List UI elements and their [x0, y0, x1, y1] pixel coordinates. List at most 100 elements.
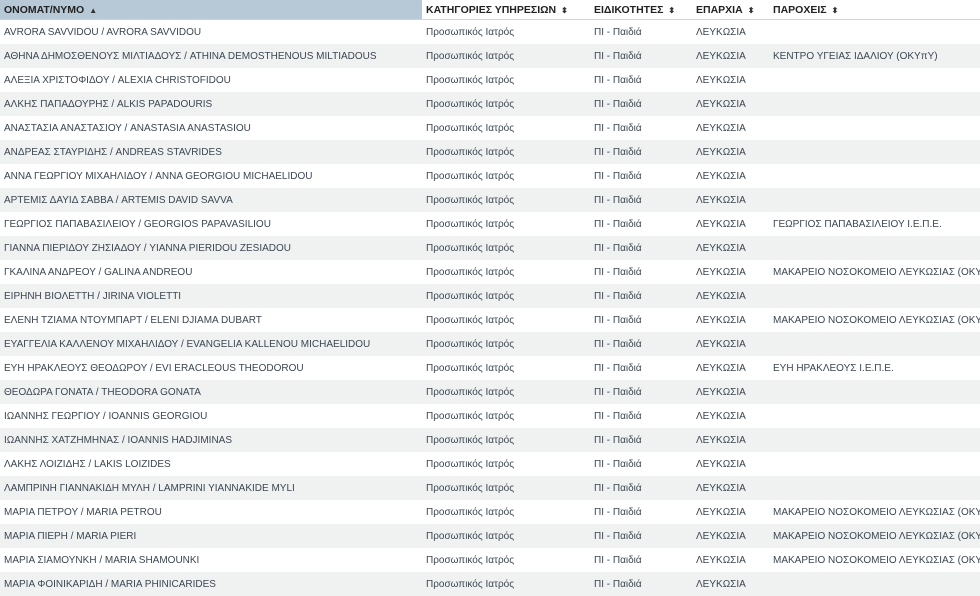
- cell-district: ΛΕΥΚΩΣΙΑ: [692, 260, 769, 284]
- sort-icon[interactable]: ⬍: [748, 6, 755, 15]
- cell-service-category: Προσωπικός Ιατρός: [422, 92, 590, 116]
- sort-icon[interactable]: ⬍: [561, 6, 568, 15]
- table-row[interactable]: AVRORA SAVVIDOU / AVRORA SAVVIDOUΠροσωπι…: [0, 20, 980, 45]
- table-row[interactable]: ΑΝΔΡΕΑΣ ΣΤΑΥΡΙΔΗΣ / ANDREAS STAVRIDESΠρο…: [0, 140, 980, 164]
- cell-name: ΙΩΑΝΝΗΣ ΓΕΩΡΓΙΟΥ / IOANNIS GEORGIOU: [0, 404, 422, 428]
- cell-specialty: ΠΙ - Παιδιά: [590, 572, 692, 596]
- table-row[interactable]: ΜΑΡΙΑ ΣΙΑΜΟΥΝΚΗ / MARIA SHAMOUNKIΠροσωπι…: [0, 548, 980, 572]
- cell-service-category: Προσωπικός Ιατρός: [422, 260, 590, 284]
- table-row[interactable]: ΑΝΑΣΤΑΣΙΑ ΑΝΑΣΤΑΣΙΟΥ / ANASTASIA ANASTAS…: [0, 116, 980, 140]
- column-header-specialty[interactable]: ΕΙΔΙΚΟΤΗΤΕΣ⬍: [590, 0, 692, 20]
- cell-name: ΕΥΑΓΓΕΛΙΑ ΚΑΛΛΕΝΟΥ ΜΙΧΑΗΛΙΔΟΥ / EVANGELI…: [0, 332, 422, 356]
- table-row[interactable]: ΓΚΑΛΙΝΑ ΑΝΔΡΕΟΥ / GALINA ANDREOUΠροσωπικ…: [0, 260, 980, 284]
- cell-name: ΜΑΡΙΑ ΣΙΑΜΟΥΝΚΗ / MARIA SHAMOUNKI: [0, 548, 422, 572]
- column-header-service-category[interactable]: ΚΑΤΗΓΟΡΙΕΣ ΥΠΗΡΕΣΙΩΝ⬍: [422, 0, 590, 20]
- cell-specialty: ΠΙ - Παιδιά: [590, 44, 692, 68]
- cell-provider: ΚΕΝΤΡΟ ΥΓΕΙΑΣ ΙΔΑΛΙΟΥ (ΟΚΥπΥ): [769, 44, 980, 68]
- cell-specialty: ΠΙ - Παιδιά: [590, 524, 692, 548]
- table-row[interactable]: ΙΩΑΝΝΗΣ ΓΕΩΡΓΙΟΥ / IOANNIS GEORGIOUΠροσω…: [0, 404, 980, 428]
- table-row[interactable]: ΙΩΑΝΝΗΣ ΧΑΤΖΗΜΗΝΑΣ / IOANNIS HADJIMINASΠ…: [0, 428, 980, 452]
- cell-name: ΜΑΡΙΑ ΠΙΕΡΗ / MARIA PIERI: [0, 524, 422, 548]
- cell-name: ΓΙΑΝΝΑ ΠΙΕΡΙΔΟΥ ΖΗΣΙΑΔΟΥ / YIANNA PIERID…: [0, 236, 422, 260]
- cell-provider: [769, 236, 980, 260]
- cell-provider: [769, 428, 980, 452]
- cell-specialty: ΠΙ - Παιδιά: [590, 164, 692, 188]
- table-row[interactable]: ΑΡΤΕΜΙΣ ΔΑΥΙΔ ΣΑΒΒΑ / ARTEMIS DAVID SAVV…: [0, 188, 980, 212]
- table-row[interactable]: ΑΘΗΝΑ ΔΗΜΟΣΘΕΝΟΥΣ ΜΙΛΤΙΑΔΟΥΣ / ATHINA DE…: [0, 44, 980, 68]
- cell-district: ΛΕΥΚΩΣΙΑ: [692, 548, 769, 572]
- cell-district: ΛΕΥΚΩΣΙΑ: [692, 356, 769, 380]
- table-row[interactable]: ΜΑΡΙΑ ΠΙΕΡΗ / MARIA PIERIΠροσωπικός Ιατρ…: [0, 524, 980, 548]
- cell-name: ΛΑΜΠΡΙΝΗ ΓΙΑΝΝΑΚΙΔΗ ΜΥΛΗ / LAMPRINI YIAN…: [0, 476, 422, 500]
- cell-district: ΛΕΥΚΩΣΙΑ: [692, 332, 769, 356]
- cell-service-category: Προσωπικός Ιατρός: [422, 116, 590, 140]
- cell-name: ΑΘΗΝΑ ΔΗΜΟΣΘΕΝΟΥΣ ΜΙΛΤΙΑΔΟΥΣ / ATHINA DE…: [0, 44, 422, 68]
- cell-specialty: ΠΙ - Παιδιά: [590, 140, 692, 164]
- table-row[interactable]: ΜΑΡΙΑ ΠΕΤΡΟΥ / MARIA PETROUΠροσωπικός Ια…: [0, 500, 980, 524]
- cell-name: ΙΩΑΝΝΗΣ ΧΑΤΖΗΜΗΝΑΣ / IOANNIS HADJIMINAS: [0, 428, 422, 452]
- cell-name: ΑΝΑΣΤΑΣΙΑ ΑΝΑΣΤΑΣΙΟΥ / ANASTASIA ANASTAS…: [0, 116, 422, 140]
- cell-name: ΜΑΡΙΑ ΦΟΙΝΙΚΑΡΙΔΗ / MARIA PHINICARIDES: [0, 572, 422, 596]
- cell-specialty: ΠΙ - Παιδιά: [590, 548, 692, 572]
- table-row[interactable]: ΕΛΕΝΗ ΤΖΙΑΜΑ ΝΤΟΥΜΠΑΡΤ / ELENI DJIAMA DU…: [0, 308, 980, 332]
- cell-provider: ΜΑΚΑΡΕΙΟ ΝΟΣΟΚΟΜΕΙΟ ΛΕΥΚΩΣΙΑΣ (ΟΚΥπΥ): [769, 308, 980, 332]
- cell-district: ΛΕΥΚΩΣΙΑ: [692, 404, 769, 428]
- cell-provider: [769, 20, 980, 45]
- cell-provider: [769, 188, 980, 212]
- cell-district: ΛΕΥΚΩΣΙΑ: [692, 20, 769, 45]
- cell-specialty: ΠΙ - Παιδιά: [590, 356, 692, 380]
- cell-provider: ΜΑΚΑΡΕΙΟ ΝΟΣΟΚΟΜΕΙΟ ΛΕΥΚΩΣΙΑΣ (ΟΚΥπΥ): [769, 260, 980, 284]
- table-row[interactable]: ΓΙΑΝΝΑ ΠΙΕΡΙΔΟΥ ΖΗΣΙΑΔΟΥ / YIANNA PIERID…: [0, 236, 980, 260]
- cell-name: ΜΑΡΙΑ ΠΕΤΡΟΥ / MARIA PETROU: [0, 500, 422, 524]
- cell-provider: [769, 404, 980, 428]
- cell-district: ΛΕΥΚΩΣΙΑ: [692, 500, 769, 524]
- table-row[interactable]: ΜΑΡΙΑ ΦΟΙΝΙΚΑΡΙΔΗ / MARIA PHINICARIDESΠρ…: [0, 572, 980, 596]
- cell-name: ΕΛΕΝΗ ΤΖΙΑΜΑ ΝΤΟΥΜΠΑΡΤ / ELENI DJIAMA DU…: [0, 308, 422, 332]
- sort-icon[interactable]: ⬍: [668, 6, 675, 15]
- cell-district: ΛΕΥΚΩΣΙΑ: [692, 140, 769, 164]
- cell-provider: ΜΑΚΑΡΕΙΟ ΝΟΣΟΚΟΜΕΙΟ ΛΕΥΚΩΣΙΑΣ (ΟΚΥπΥ): [769, 548, 980, 572]
- cell-service-category: Προσωπικός Ιατρός: [422, 452, 590, 476]
- cell-provider: [769, 92, 980, 116]
- table-header: ΟΝΟΜΑΤ/ΝΥΜΟ▲ ΚΑΤΗΓΟΡΙΕΣ ΥΠΗΡΕΣΙΩΝ⬍ ΕΙΔΙΚ…: [0, 0, 980, 20]
- table-row[interactable]: ΛΑΚΗΣ ΛΟΙΖΙΔΗΣ / LAKIS LOIZIDESΠροσωπικό…: [0, 452, 980, 476]
- cell-specialty: ΠΙ - Παιδιά: [590, 404, 692, 428]
- cell-service-category: Προσωπικός Ιατρός: [422, 356, 590, 380]
- cell-service-category: Προσωπικός Ιατρός: [422, 476, 590, 500]
- cell-district: ΛΕΥΚΩΣΙΑ: [692, 68, 769, 92]
- table-row[interactable]: ΛΑΜΠΡΙΝΗ ΓΙΑΝΝΑΚΙΔΗ ΜΥΛΗ / LAMPRINI YIAN…: [0, 476, 980, 500]
- table-row[interactable]: ΓΕΩΡΓΙΟΣ ΠΑΠΑΒΑΣΙΛΕΙΟΥ / GEORGIOS PAPAVA…: [0, 212, 980, 236]
- cell-specialty: ΠΙ - Παιδιά: [590, 212, 692, 236]
- cell-provider: [769, 332, 980, 356]
- column-header-district[interactable]: ΕΠΑΡΧΙΑ⬍: [692, 0, 769, 20]
- table-row[interactable]: ΘΕΟΔΩΡΑ ΓΟΝΑΤΑ / THEODORA GONATAΠροσωπικ…: [0, 380, 980, 404]
- table-row[interactable]: ΕΥΑΓΓΕΛΙΑ ΚΑΛΛΕΝΟΥ ΜΙΧΑΗΛΙΔΟΥ / EVANGELI…: [0, 332, 980, 356]
- cell-service-category: Προσωπικός Ιατρός: [422, 524, 590, 548]
- table-row[interactable]: ΑΝΝΑ ΓΕΩΡΓΙΟΥ ΜΙΧΑΗΛΙΔΟΥ / ANNA GEORGIOU…: [0, 164, 980, 188]
- cell-specialty: ΠΙ - Παιδιά: [590, 476, 692, 500]
- cell-district: ΛΕΥΚΩΣΙΑ: [692, 380, 769, 404]
- sort-icon[interactable]: ⬍: [832, 6, 839, 15]
- sort-ascending-icon[interactable]: ▲: [89, 6, 97, 15]
- table-row[interactable]: ΑΛΚΗΣ ΠΑΠΑΔΟΥΡΗΣ / ALKIS PAPADOURISΠροσω…: [0, 92, 980, 116]
- cell-provider: ΓΕΩΡΓΙΟΣ ΠΑΠΑΒΑΣΙΛΕΙΟΥ Ι.Ε.Π.Ε.: [769, 212, 980, 236]
- cell-district: ΛΕΥΚΩΣΙΑ: [692, 452, 769, 476]
- table-row[interactable]: ΑΛΕΞΙΑ ΧΡΙΣΤΟΦΙΔΟΥ / ALEXIA CHRISTOFIDOU…: [0, 68, 980, 92]
- cell-specialty: ΠΙ - Παιδιά: [590, 452, 692, 476]
- cell-district: ΛΕΥΚΩΣΙΑ: [692, 428, 769, 452]
- cell-district: ΛΕΥΚΩΣΙΑ: [692, 92, 769, 116]
- cell-district: ΛΕΥΚΩΣΙΑ: [692, 308, 769, 332]
- cell-name: ΛΑΚΗΣ ΛΟΙΖΙΔΗΣ / LAKIS LOIZIDES: [0, 452, 422, 476]
- column-header-name[interactable]: ΟΝΟΜΑΤ/ΝΥΜΟ▲: [0, 0, 422, 20]
- cell-specialty: ΠΙ - Παιδιά: [590, 500, 692, 524]
- cell-district: ΛΕΥΚΩΣΙΑ: [692, 212, 769, 236]
- table-row[interactable]: ΕΥΗ ΗΡΑΚΛΕΟΥΣ ΘΕΟΔΩΡΟΥ / EVI ERACLEOUS T…: [0, 356, 980, 380]
- cell-provider: [769, 572, 980, 596]
- cell-service-category: Προσωπικός Ιατρός: [422, 380, 590, 404]
- cell-name: ΑΝΝΑ ΓΕΩΡΓΙΟΥ ΜΙΧΑΗΛΙΔΟΥ / ANNA GEORGIOU…: [0, 164, 422, 188]
- cell-name: ΓΚΑΛΙΝΑ ΑΝΔΡΕΟΥ / GALINA ANDREOU: [0, 260, 422, 284]
- column-header-providers[interactable]: ΠΑΡΟΧΕΙΣ⬍: [769, 0, 980, 20]
- cell-name: ΑΛΕΞΙΑ ΧΡΙΣΤΟΦΙΔΟΥ / ALEXIA CHRISTOFIDOU: [0, 68, 422, 92]
- table-row[interactable]: ΕΙΡΗΝΗ ΒΙΟΛΕΤΤΗ / JIRINA VIOLETTIΠροσωπι…: [0, 284, 980, 308]
- cell-name: ΕΥΗ ΗΡΑΚΛΕΟΥΣ ΘΕΟΔΩΡΟΥ / EVI ERACLEOUS T…: [0, 356, 422, 380]
